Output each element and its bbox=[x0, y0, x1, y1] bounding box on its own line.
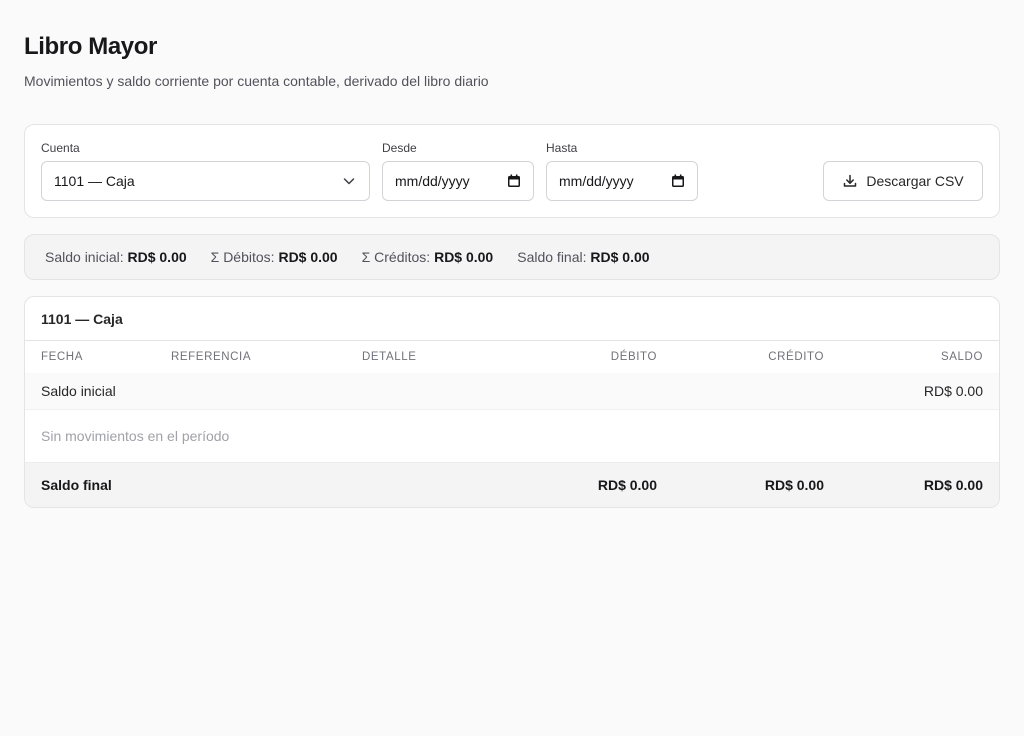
download-csv-label: Descargar CSV bbox=[866, 173, 964, 189]
calendar-icon[interactable] bbox=[507, 174, 521, 188]
empty-state-row: Sin movimientos en el período bbox=[25, 408, 999, 462]
ledger-table: FECHA REFERENCIA DETALLE DÉBITO CRÉDITO … bbox=[25, 341, 999, 507]
from-date-value: mm/dd/yyyy bbox=[395, 173, 470, 189]
page-subtitle: Movimientos y saldo corriente por cuenta… bbox=[24, 73, 489, 89]
filters-card: Cuenta 1101 — Caja Desde mm/dd/yyyy Hast… bbox=[24, 124, 1000, 218]
from-label: Desde bbox=[382, 141, 417, 155]
summary-credits-value: RD$ 0.00 bbox=[434, 249, 494, 265]
column-header-date: FECHA bbox=[41, 351, 83, 363]
column-header-debit: DÉBITO bbox=[610, 351, 657, 363]
column-header-detail: DETALLE bbox=[362, 351, 417, 363]
summary-closing-label: Saldo final: bbox=[517, 249, 587, 265]
opening-balance-value: RD$ 0.00 bbox=[840, 373, 999, 409]
summary-closing-value: RD$ 0.00 bbox=[590, 249, 650, 265]
summary-debits-value: RD$ 0.00 bbox=[278, 249, 338, 265]
from-date-input[interactable]: mm/dd/yyyy bbox=[382, 161, 534, 201]
account-label: Cuenta bbox=[41, 141, 80, 155]
column-header-credit: CRÉDITO bbox=[768, 351, 824, 363]
closing-debit-value: RD$ 0.00 bbox=[506, 461, 673, 507]
summary-opening-value: RD$ 0.00 bbox=[127, 249, 187, 265]
summary-credits: Σ Créditos: RD$ 0.00 bbox=[362, 249, 494, 265]
ledger-table-card: 1101 — Caja FECHA REFERENCIA DETALLE DÉB… bbox=[24, 296, 1000, 508]
summary-credits-label: Σ Créditos: bbox=[361, 249, 431, 265]
page-title: Libro Mayor bbox=[24, 33, 157, 60]
to-date-value: mm/dd/yyyy bbox=[559, 173, 634, 189]
download-icon bbox=[844, 174, 857, 187]
opening-balance-row: Saldo inicial RD$ 0.00 bbox=[25, 373, 999, 409]
ledger-page: Libro Mayor Movimientos y saldo corrient… bbox=[0, 0, 1024, 508]
summary-closing: Saldo final: RD$ 0.00 bbox=[517, 249, 649, 265]
summary-debits-label: Σ Débitos: bbox=[210, 249, 275, 265]
to-date-input[interactable]: mm/dd/yyyy bbox=[546, 161, 698, 201]
ledger-account-title: 1101 — Caja bbox=[25, 297, 999, 341]
opening-balance-label: Saldo inicial bbox=[25, 373, 840, 409]
column-header-balance: SALDO bbox=[941, 351, 983, 363]
account-select[interactable]: 1101 — Caja bbox=[41, 161, 370, 201]
closing-balance-label: Saldo final bbox=[25, 461, 506, 507]
summary-bar: Saldo inicial: RD$ 0.00 Σ Débitos: RD$ 0… bbox=[24, 234, 1000, 280]
empty-state-text: Sin movimientos en el período bbox=[25, 408, 999, 462]
summary-debits: Σ Débitos: RD$ 0.00 bbox=[211, 249, 338, 265]
download-csv-button[interactable]: Descargar CSV bbox=[823, 161, 983, 201]
chevron-down-icon bbox=[343, 178, 355, 185]
closing-balance-row: Saldo final RD$ 0.00 RD$ 0.00 RD$ 0.00 bbox=[25, 461, 999, 507]
closing-credit-value: RD$ 0.00 bbox=[673, 461, 840, 507]
account-select-value: 1101 — Caja bbox=[54, 173, 135, 189]
calendar-icon[interactable] bbox=[671, 174, 685, 188]
to-label: Hasta bbox=[546, 141, 578, 155]
summary-opening: Saldo inicial: RD$ 0.00 bbox=[45, 249, 187, 265]
closing-balance-value: RD$ 0.00 bbox=[840, 461, 999, 507]
column-header-reference: REFERENCIA bbox=[171, 351, 252, 363]
summary-opening-label: Saldo inicial: bbox=[45, 249, 124, 265]
table-header-row: FECHA REFERENCIA DETALLE DÉBITO CRÉDITO … bbox=[25, 341, 999, 373]
